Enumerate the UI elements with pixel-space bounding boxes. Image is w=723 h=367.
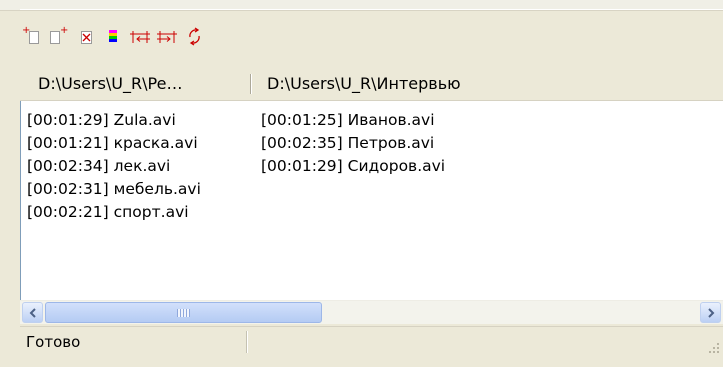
horizontal-scrollbar[interactable] [20,300,723,324]
toolbar: + + [20,18,723,54]
refresh-icon [189,27,200,46]
list-item[interactable]: [00:02:31] мебель.avi [27,178,257,201]
scroll-right-button[interactable] [700,302,721,323]
merge-right-button[interactable] [155,22,179,50]
list-item[interactable]: [00:01:21] краска.avi [27,132,257,155]
color-button[interactable] [101,22,125,50]
add-before-icon: + [22,25,39,44]
window-top-edge [0,0,723,11]
list-item[interactable]: [00:01:25] Иванов.avi [261,109,701,132]
resize-grip-icon[interactable] [708,342,720,354]
left-column: [00:01:29] Zula.avi [00:01:21] краска.av… [27,109,257,224]
status-text: Готово [26,333,81,351]
list-item[interactable]: [00:02:35] Петров.avi [261,132,701,155]
column-header-left[interactable]: D:\Users\U_R\Pe… [20,68,250,100]
list-item[interactable]: [00:01:29] Сидоров.avi [261,155,701,178]
merge-right-icon [157,31,177,43]
status-bar: Готово [20,326,723,357]
add-before-button[interactable]: + [20,22,44,50]
list-item[interactable]: [00:01:29] Zula.avi [27,109,257,132]
status-divider [246,331,248,353]
merge-left-icon [130,31,150,43]
list-item[interactable]: [00:02:34] лек.avi [27,155,257,178]
right-column: [00:01:25] Иванов.avi [00:02:35] Петров.… [261,109,701,178]
scroll-left-button[interactable] [22,302,43,323]
column-header-right[interactable]: D:\Users\U_R\Интервью [251,68,723,100]
add-after-icon: + [50,25,68,44]
color-icon [109,30,117,42]
merge-left-button[interactable] [128,22,152,50]
add-after-button[interactable]: + [47,22,71,50]
column-headers: D:\Users\U_R\Pe… D:\Users\U_R\Интервью [20,68,723,101]
delete-icon [81,31,92,44]
list-item[interactable]: [00:02:21] спорт.avi [27,201,257,224]
file-list[interactable]: [00:01:29] Zula.avi [00:01:21] краска.av… [20,101,723,300]
chevron-left-icon [29,307,36,318]
svg-text:+: + [60,25,68,36]
app-window: + + D:\Users\U_R\Pe… D:\Users\U_R\Интерв… [0,0,723,367]
scroll-thumb[interactable] [45,302,322,323]
refresh-button[interactable] [182,22,206,50]
delete-button[interactable] [74,22,98,50]
grip-icon [177,308,190,317]
chevron-right-icon [707,307,714,318]
